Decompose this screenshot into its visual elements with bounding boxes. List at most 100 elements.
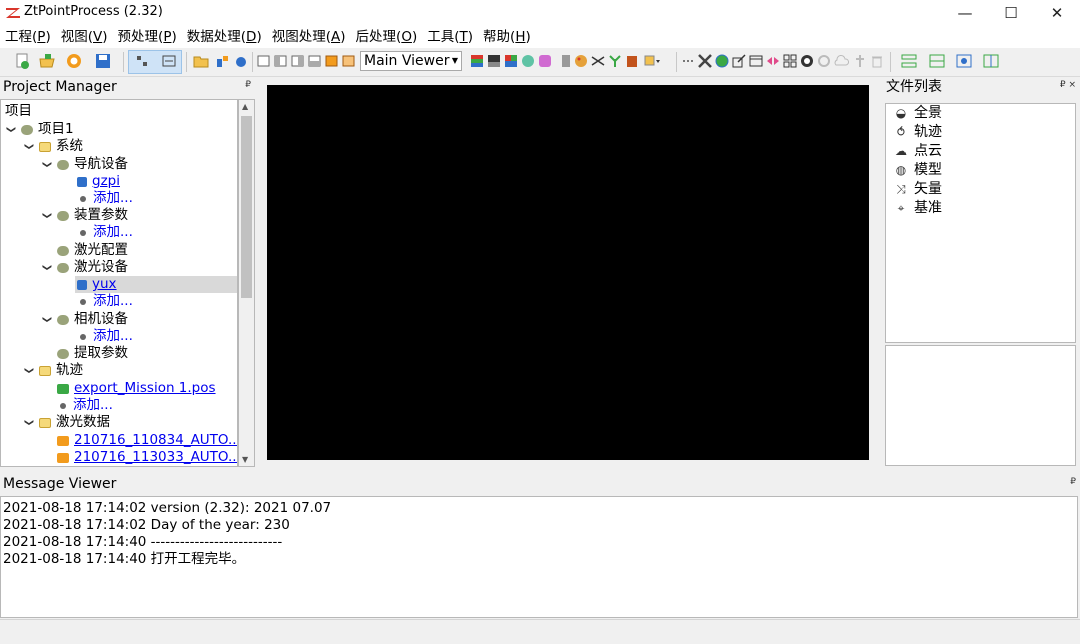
- scroll-up-icon[interactable]: ▲: [242, 102, 248, 111]
- file-item-cloud[interactable]: ☁ 点云: [894, 142, 942, 161]
- view-right-icon[interactable]: [307, 53, 323, 69]
- tree-laser-item[interactable]: yux: [75, 276, 237, 293]
- tree-nav-device[interactable]: ❯ 导航设备: [38, 156, 129, 173]
- file-item-datum[interactable]: ⌖ 基准: [894, 199, 942, 218]
- layout-split-icon[interactable]: [901, 53, 917, 69]
- link-icon[interactable]: [680, 53, 696, 69]
- globe-icon[interactable]: [714, 53, 730, 69]
- tree-device-params[interactable]: ❯ 装置参数: [38, 207, 129, 224]
- tree-laser-data-item-label[interactable]: 210716_113033_AUTO...: [74, 449, 237, 466]
- refresh-icon[interactable]: [816, 53, 832, 69]
- layout-view-icon[interactable]: [956, 53, 972, 69]
- tree-trajectory[interactable]: ❯ 轨迹: [20, 362, 84, 379]
- bucket-icon[interactable]: [624, 53, 640, 69]
- menu-view-process[interactable]: 视图处理(A): [267, 26, 351, 48]
- display-mode-icon[interactable]: [644, 53, 660, 69]
- view-left-icon[interactable]: [290, 53, 306, 69]
- menu-preprocess[interactable]: 预处理(P): [113, 26, 182, 48]
- tree-params-add[interactable]: 添加...: [77, 224, 133, 241]
- tree-nav-item-label[interactable]: gzpi: [92, 173, 120, 190]
- panel-pin-icon[interactable]: ₽: [245, 80, 251, 90]
- window-icon[interactable]: [748, 53, 764, 69]
- tree-scrollbar[interactable]: ▲ ▼: [238, 99, 255, 467]
- swap-icon[interactable]: [765, 53, 781, 69]
- tree-view-icon[interactable]: [134, 53, 150, 69]
- chevron-down-icon[interactable]: ❯: [38, 160, 55, 170]
- chevron-down-icon[interactable]: ❯: [38, 211, 55, 221]
- tools-icon[interactable]: [697, 53, 713, 69]
- sphere-icon[interactable]: [233, 53, 249, 69]
- tree-laser-config[interactable]: 激光配置: [57, 242, 128, 259]
- tree-laser-data-item[interactable]: 210716_110834_AUTO...: [57, 432, 237, 449]
- grid-icon[interactable]: [782, 53, 798, 69]
- tree-camera-add-label[interactable]: 添加...: [93, 328, 133, 345]
- menu-data-process[interactable]: 数据处理(D): [182, 26, 267, 48]
- density-icon[interactable]: [558, 53, 574, 69]
- layout-merge-icon[interactable]: [983, 53, 999, 69]
- tree-trajectory-add-label[interactable]: 添加...: [73, 397, 113, 414]
- file-item-panorama[interactable]: ◒ 全景: [894, 104, 942, 123]
- chevron-down-icon[interactable]: ❯: [20, 418, 37, 428]
- menu-postprocess[interactable]: 后处理(O): [351, 26, 423, 48]
- tree-laser-add-label[interactable]: 添加...: [93, 293, 133, 310]
- view-top-icon[interactable]: [324, 53, 340, 69]
- view-back-icon[interactable]: [273, 53, 289, 69]
- record-icon[interactable]: [66, 53, 82, 69]
- tree-camera-add[interactable]: 添加...: [77, 328, 133, 345]
- chevron-down-icon[interactable]: ❯: [2, 125, 19, 135]
- measure-icon[interactable]: [799, 53, 815, 69]
- pin-tool-icon[interactable]: [852, 53, 868, 69]
- tree-nav-add-label[interactable]: 添加...: [93, 190, 133, 207]
- plant-icon[interactable]: [607, 53, 623, 69]
- tree-laser-data-item-label[interactable]: 210716_110834_AUTO...: [74, 432, 237, 449]
- tree-laser-data-item[interactable]: 210716_113033_AUTO...: [57, 449, 237, 466]
- scroll-down-icon[interactable]: ▼: [242, 455, 248, 464]
- new-project-icon[interactable]: [14, 53, 30, 69]
- panel-view-icon[interactable]: [161, 53, 177, 69]
- vector-tool-icon[interactable]: [590, 53, 606, 69]
- chevron-down-icon[interactable]: ❯: [38, 315, 55, 325]
- layers-icon[interactable]: [215, 53, 231, 69]
- view-front-icon[interactable]: [256, 53, 272, 69]
- maximize-button[interactable]: ☐: [988, 0, 1034, 26]
- close-button[interactable]: ✕: [1034, 0, 1080, 26]
- tree-trajectory-item-label[interactable]: export_Mission 1.pos: [74, 380, 216, 397]
- tree-laser-device[interactable]: ❯ 激光设备: [41, 259, 129, 276]
- palette-icon[interactable]: [573, 53, 589, 69]
- view-bottom-icon[interactable]: [341, 53, 357, 69]
- classify-icon[interactable]: [537, 53, 553, 69]
- tree-system[interactable]: ❯ 系统: [20, 138, 84, 155]
- tree-params-add-label[interactable]: 添加...: [93, 224, 133, 241]
- tree-laser-add[interactable]: 添加...: [77, 293, 133, 310]
- tree-nav-item[interactable]: gzpi: [77, 173, 120, 190]
- menu-project[interactable]: 工程(P): [0, 26, 56, 48]
- panel-pin-icon[interactable]: ₽: [1070, 477, 1076, 487]
- scrollbar-thumb[interactable]: [241, 116, 252, 298]
- tree-laser-item-label[interactable]: yux: [92, 276, 117, 293]
- minimize-button[interactable]: —: [942, 0, 988, 26]
- open-project-icon[interactable]: [39, 53, 55, 69]
- chevron-down-icon[interactable]: ❯: [20, 142, 37, 152]
- delete-icon[interactable]: [869, 53, 885, 69]
- chevron-down-icon[interactable]: ❯: [20, 366, 37, 376]
- color-ramp-icon[interactable]: [469, 53, 485, 69]
- layout-rows-icon[interactable]: [929, 53, 945, 69]
- menu-view[interactable]: 视图(V): [56, 26, 113, 48]
- tree-trajectory-add[interactable]: 添加...: [57, 397, 113, 414]
- tree-extract-params[interactable]: 提取参数: [57, 345, 128, 362]
- folder-icon[interactable]: [193, 53, 209, 69]
- main-viewer-canvas[interactable]: [267, 85, 869, 460]
- export-icon[interactable]: [731, 53, 747, 69]
- cloud-tool-icon[interactable]: [833, 53, 849, 69]
- panel-pin-close-icon[interactable]: ₽ ×: [1060, 80, 1076, 90]
- elevation-icon[interactable]: [520, 53, 536, 69]
- file-item-trajectory[interactable]: ⥀ 轨迹: [894, 123, 942, 142]
- tree-laser-data[interactable]: ❯ 激光数据: [20, 414, 111, 431]
- tree-trajectory-item[interactable]: export_Mission 1.pos: [57, 380, 216, 397]
- rgb-icon[interactable]: [503, 53, 519, 69]
- file-item-vector[interactable]: ⤨ 矢量: [894, 180, 942, 199]
- save-icon[interactable]: [95, 53, 111, 69]
- file-list[interactable]: ◒ 全景 ⥀ 轨迹 ☁ 点云 ◍ 模型 ⤨ 矢量 ⌖ 基准: [885, 103, 1076, 343]
- intensity-icon[interactable]: [486, 53, 502, 69]
- viewer-select[interactable]: Main Viewer ▼: [360, 51, 462, 71]
